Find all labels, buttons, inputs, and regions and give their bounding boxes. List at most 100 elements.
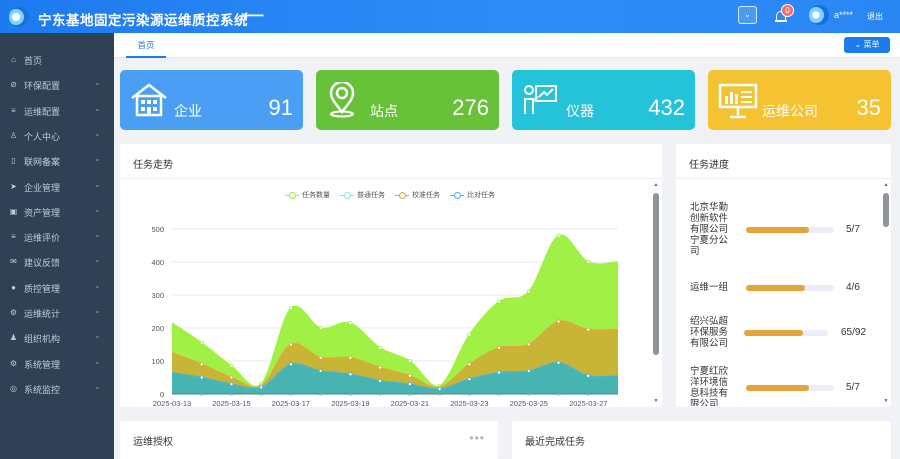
chevron-down-icon: ⌄	[94, 356, 101, 366]
stat-card-site[interactable]: 站点 276	[316, 70, 499, 130]
task-progress-panel: 任务进度 北京华勤创新软件有限公司宁夏分公司 5/7 运维一组 4/6 绍兴弘超环保服务…	[676, 144, 891, 407]
progress-value: 5/7	[846, 382, 860, 393]
logout-button[interactable]: 退出	[867, 11, 883, 22]
sidebar: ⌂ 首页 ⊘ 环保配置 ⌄ ≡ 运维配置 ⌄ ♙ 个人中心 ⌄ ▯ 联网备案 ⌄ ➤ 企业管理 ⌄ ▣ 资产管理 ⌄ ≡…	[0, 33, 114, 459]
progress-name: 宁夏红欣洋环境信息科技有限公司	[690, 366, 729, 406]
sidebar-item-label: 首页	[24, 56, 43, 66]
data-point	[288, 342, 293, 347]
file-icon: ▯	[11, 156, 16, 166]
chevron-down-icon: ⌄	[94, 255, 101, 265]
chevron-down-icon: ⌄	[94, 204, 101, 214]
sidebar-item-label: 个人中心	[24, 131, 61, 142]
data-point	[199, 340, 204, 345]
dropdown-toggle-button[interactable]: ⌄	[738, 6, 757, 24]
sidebar-item-1[interactable]: ⊘ 环保配置 ⌄	[0, 72, 114, 97]
building-icon	[131, 83, 167, 117]
send-icon: ➤	[10, 181, 17, 191]
home-icon: ⌂	[11, 55, 16, 64]
sidebar-item-label: 建议反馈	[24, 258, 61, 269]
app-logo	[9, 7, 29, 27]
data-point	[407, 358, 412, 363]
list-icon: ≡	[11, 232, 16, 242]
monitor-icon: ◎	[10, 383, 17, 393]
chevron-down-icon: ⌄	[94, 280, 101, 290]
data-point	[378, 365, 383, 370]
progress-bar	[746, 385, 834, 391]
tabs-bar: 首页 ⌄ 菜单	[114, 33, 900, 58]
chevron-down-icon: ⌄	[94, 103, 101, 113]
sidebar-item-label: 环保配置	[24, 81, 61, 92]
data-point	[556, 319, 561, 324]
tab-home[interactable]: 首页	[126, 33, 166, 58]
sidebar-item-10[interactable]: ⚙ 运维统计 ⌄	[0, 300, 114, 325]
sidebar-item-4[interactable]: ▯ 联网备案 ⌄	[0, 148, 114, 173]
panel-title: 任务进度	[689, 160, 729, 171]
scrollbar[interactable]: ▲ ▼	[883, 182, 889, 404]
x-tick-label: 2025-03-27	[569, 399, 607, 407]
data-point	[556, 360, 561, 365]
stat-value: 91	[268, 95, 293, 120]
sidebar-item-label: 组织机构	[24, 334, 61, 345]
sidebar-item-0[interactable]: ⌂ 首页	[0, 47, 114, 72]
chevron-down-icon: ⌄	[94, 154, 101, 164]
sidebar-item-8[interactable]: ✉ 建议反馈 ⌄	[0, 249, 114, 274]
sidebar-item-label: 系统监控	[24, 384, 61, 395]
data-point	[199, 362, 204, 367]
sidebar-item-2[interactable]: ≡ 运维配置 ⌄	[0, 98, 114, 123]
sidebar-item-3[interactable]: ♙ 个人中心 ⌄	[0, 123, 114, 148]
sidebar-item-5[interactable]: ➤ 企业管理 ⌄	[0, 174, 114, 199]
y-tick-label: 200	[151, 324, 164, 333]
chevron-down-icon: ⌄	[94, 306, 101, 315]
location-pin-icon	[329, 82, 355, 118]
sidebar-item-13[interactable]: ◎ 系统监控 ⌄	[0, 376, 114, 401]
progress-fill	[746, 284, 805, 291]
top-header: 宁东基地固定污染源运维质控系统 ⟵ ⌄ 0 a**** 退出	[0, 0, 900, 33]
sidebar-item-11[interactable]: ♟ 组织机构 ⌄	[0, 325, 114, 350]
chevron-down-icon: ⌄	[94, 128, 101, 138]
stat-value: 432	[648, 95, 685, 120]
stat-card-enterprise[interactable]: 企业 91	[120, 70, 303, 130]
sidebar-item-label: 企业管理	[24, 182, 61, 193]
progress-name: 运维一组	[690, 282, 729, 293]
presenter-icon	[524, 85, 557, 114]
data-point	[348, 372, 353, 377]
collapse-sidebar-icon[interactable]: ⟵	[243, 6, 265, 24]
data-point	[199, 375, 204, 380]
progress-fill	[744, 329, 804, 336]
data-point	[556, 233, 561, 238]
data-point	[497, 370, 502, 375]
notification-badge: 0	[781, 4, 794, 17]
data-point	[288, 362, 293, 367]
data-point	[467, 362, 472, 367]
sidebar-item-12[interactable]: ⚙ 系统管理 ⌄	[0, 351, 114, 376]
org-icon: ♟	[9, 333, 18, 343]
panel-title: 最近完成任务	[525, 437, 585, 448]
sidebar-item-9[interactable]: ● 质控管理 ⌄	[0, 275, 114, 300]
stat-card-ops-company[interactable]: 运维公司 35	[708, 70, 891, 130]
sidebar-item-6[interactable]: ▣ 资产管理 ⌄	[0, 199, 114, 224]
data-point	[526, 289, 531, 294]
check-icon: ●	[11, 282, 16, 292]
stat-value: 276	[452, 95, 489, 120]
avatar[interactable]	[809, 5, 829, 25]
sidebar-item-label: 运维配置	[24, 106, 61, 117]
progress-name: 北京华勤创新软件有限公司宁夏分公司	[690, 202, 729, 257]
menu-button[interactable]: ⌄ 菜单	[844, 37, 890, 53]
asset-icon: ▣	[9, 206, 18, 216]
data-point	[526, 342, 531, 347]
panel-title: 运维授权	[133, 437, 173, 448]
data-point	[378, 378, 383, 383]
data-point	[348, 321, 353, 326]
cogs-icon: ⚙	[9, 358, 18, 368]
progress-value: 5/7	[846, 223, 860, 235]
stat-card-instrument[interactable]: 仪器 432	[512, 70, 695, 130]
chevron-down-icon: ⌄	[94, 230, 101, 240]
scrollbar[interactable]: ▲ ▼	[653, 182, 659, 404]
more-icon[interactable]: •••	[469, 431, 485, 445]
data-point	[378, 345, 383, 350]
data-point	[407, 382, 412, 387]
sidebar-item-7[interactable]: ≡ 运维评价 ⌄	[0, 224, 114, 249]
stat-label: 站点	[370, 103, 398, 119]
x-tick-label: 2025-03-13	[153, 399, 191, 407]
username[interactable]: a****	[834, 10, 853, 20]
